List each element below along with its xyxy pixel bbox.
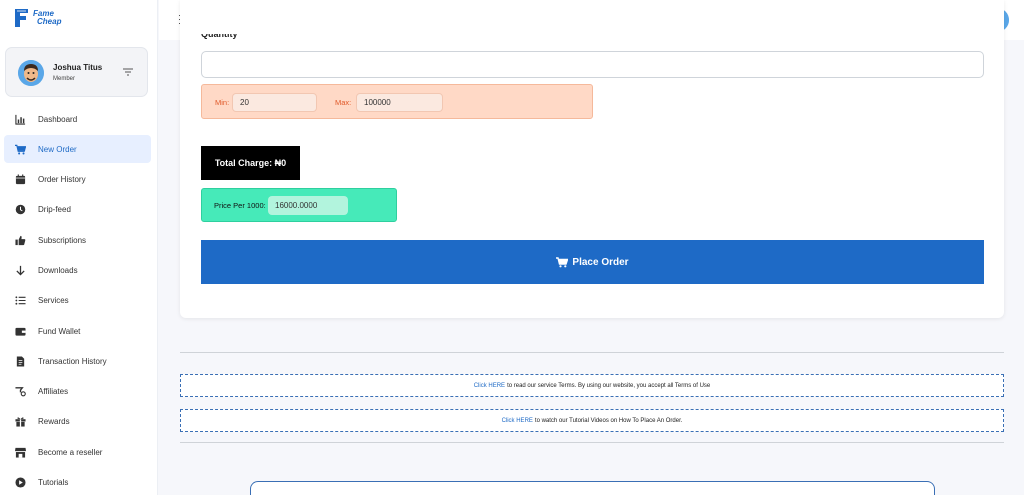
- min-value: 20: [232, 93, 317, 112]
- sidebar-nav: Dashboard New Order Order History Drip-feed…: [4, 105, 151, 495]
- user-role: Member: [53, 76, 76, 82]
- place-order-button[interactable]: Place Order: [201, 240, 984, 284]
- store-icon: [14, 446, 26, 458]
- sidebar-item-label: Become a reseller: [38, 447, 103, 457]
- terms-text: to read our service Terms. By using our …: [507, 382, 711, 389]
- sidebar-item-label: Order History: [38, 175, 86, 185]
- sidebar-item-label: New Order: [38, 144, 77, 154]
- sidebar-item-new-order[interactable]: New Order: [4, 135, 151, 164]
- user-card: Joshua Titus Member: [5, 47, 148, 97]
- sidebar-item-affiliates[interactable]: Affiliates: [4, 378, 151, 406]
- order-form-card: Quantity Min: 20 Max: 100000 Total Charg…: [180, 0, 1004, 318]
- total-charge: Total Charge: ₦0: [201, 146, 300, 180]
- min-label: Min:: [215, 98, 230, 107]
- sidebar-item-label: Services: [38, 296, 69, 306]
- sidebar-item-label: Downloads: [38, 265, 78, 275]
- sidebar-item-label: Fund Wallet: [38, 326, 81, 336]
- sidebar: Fame Cheap Joshua Titus Member Dashboard…: [0, 0, 158, 495]
- terms-link[interactable]: Click HERE: [474, 383, 505, 389]
- sidebar-item-fund-wallet[interactable]: Fund Wallet: [4, 317, 151, 345]
- percent-icon: [14, 386, 26, 398]
- sidebar-item-label: Dashboard: [38, 114, 78, 124]
- play-circle-icon: [14, 477, 26, 489]
- user-name: Joshua Titus: [53, 63, 103, 72]
- brand-name: Fame Cheap: [33, 10, 61, 26]
- logo-icon: [14, 8, 30, 28]
- sidebar-item-label: Subscriptions: [38, 235, 87, 245]
- price-panel: Price Per 1000: 16000.0000: [201, 188, 397, 222]
- max-value: 100000: [356, 93, 443, 112]
- divider: [180, 352, 1004, 353]
- wallet-icon: [14, 325, 26, 337]
- price-label: Price Per 1000:: [214, 201, 266, 210]
- sidebar-item-services[interactable]: Services: [4, 287, 151, 315]
- sidebar-item-label: Tutorials: [38, 478, 69, 488]
- receipt-icon: [14, 355, 26, 367]
- arrow-down-icon: [14, 264, 26, 276]
- brand-line2: Cheap: [37, 17, 62, 26]
- thumbs-up-icon: [14, 234, 26, 246]
- quantity-input[interactable]: [201, 51, 984, 78]
- tutorial-notice: Click HERE to watch our Tutorial Videos …: [180, 409, 1004, 432]
- sidebar-item-subscriptions[interactable]: Subscriptions: [4, 226, 151, 254]
- terms-notice: Click HERE to read our service Terms. By…: [180, 374, 1004, 397]
- bottom-card: [250, 481, 935, 495]
- sidebar-item-label: Rewards: [38, 417, 70, 427]
- sidebar-item-downloads[interactable]: Downloads: [4, 256, 151, 284]
- sidebar-item-label: Drip-feed: [38, 205, 71, 215]
- chart-icon: [14, 113, 26, 125]
- divider: [180, 442, 1004, 443]
- avatar[interactable]: [18, 60, 44, 86]
- list-icon: [14, 295, 26, 307]
- tutorial-text: to watch our Tutorial Videos on How To P…: [534, 417, 683, 424]
- sidebar-item-label: Transaction History: [38, 356, 107, 366]
- brand-logo[interactable]: Fame Cheap: [14, 8, 61, 28]
- sidebar-item-tutorials[interactable]: Tutorials: [4, 469, 151, 495]
- sidebar-item-dashboard[interactable]: Dashboard: [4, 105, 151, 133]
- sidebar-item-transaction-history[interactable]: Transaction History: [4, 347, 151, 375]
- sidebar-item-order-history[interactable]: Order History: [4, 166, 151, 194]
- sidebar-item-rewards[interactable]: Rewards: [4, 408, 151, 436]
- filter-icon[interactable]: [122, 67, 134, 77]
- sidebar-item-become-a-reseller[interactable]: Become a reseller: [4, 438, 151, 466]
- quantity-label: Quantity: [201, 34, 238, 39]
- price-value: 16000.0000: [268, 196, 348, 215]
- gift-icon: [14, 416, 26, 428]
- place-order-label: Place Order: [572, 256, 629, 268]
- calendar-icon: [14, 174, 26, 186]
- sidebar-item-drip-feed[interactable]: Drip-feed: [4, 196, 151, 224]
- min-max-panel: Min: 20 Max: 100000: [201, 84, 593, 119]
- clock-icon: [14, 204, 26, 216]
- max-label: Max:: [335, 98, 352, 107]
- cart-icon: [556, 256, 569, 267]
- sidebar-item-label: Affiliates: [38, 387, 69, 397]
- cart-icon: [14, 143, 26, 155]
- tutorial-link[interactable]: Click HERE: [502, 418, 533, 424]
